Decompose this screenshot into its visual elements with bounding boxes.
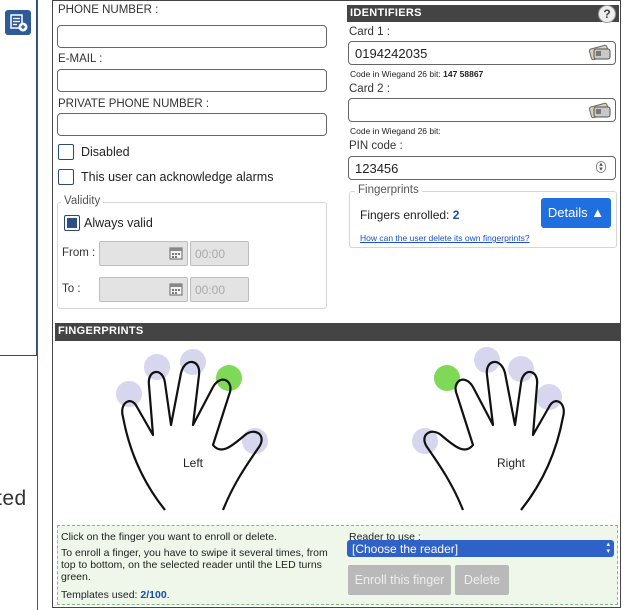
private-phone-input[interactable] — [57, 113, 327, 136]
left-hand-label: Left — [183, 456, 204, 470]
from-label: From : — [62, 247, 96, 259]
left-ring-finger[interactable] — [144, 354, 170, 380]
spinner-icon[interactable]: ▴ ▾ — [596, 161, 606, 173]
identifiers-header: Identifiers — [347, 5, 619, 22]
right-hand-label: Right — [497, 456, 526, 470]
calendar-icon[interactable] — [169, 282, 183, 299]
right-ring-finger[interactable] — [508, 356, 534, 382]
identifiers-title: Identifiers — [350, 7, 422, 19]
calendar-icon[interactable] — [169, 246, 183, 263]
to-date-input[interactable] — [99, 277, 188, 302]
background-divider — [37, 0, 38, 610]
private-phone-label: PRIVATE PHONE NUMBER : — [58, 98, 210, 110]
acknowledge-alarms-label: This user can acknowledge alarms — [81, 170, 274, 184]
email-input[interactable] — [57, 69, 327, 92]
phone-label: PHONE NUMBER : — [58, 4, 159, 16]
card-reader-icon[interactable] — [588, 101, 614, 122]
card1-wiegand-value: 147 58867 — [443, 69, 484, 79]
fingers-enrolled: Fingers enrolled: 2 — [360, 208, 459, 222]
card2-wiegand-label: Code in Wiegand 26 bit: — [350, 126, 441, 136]
card1-wiegand-label: Code in Wiegand 26 bit: — [350, 69, 441, 79]
delete-button[interactable]: Delete — [455, 565, 509, 595]
fingers-enrolled-count: 2 — [452, 208, 460, 222]
left-pinky-finger[interactable] — [116, 381, 142, 407]
phone-input[interactable] — [57, 25, 327, 48]
help-icon[interactable]: ? — [598, 5, 616, 23]
from-date-input[interactable] — [99, 241, 188, 266]
always-valid-label: Always valid — [84, 216, 153, 230]
right-hand: Right — [412, 347, 565, 511]
pin-label: PIN code : — [349, 140, 403, 152]
fingers-enrolled-label: Fingers enrolled: — [360, 208, 450, 222]
disabled-checkbox[interactable] — [58, 144, 74, 160]
left-index-finger[interactable] — [216, 365, 242, 391]
validity-legend: Validity — [61, 195, 104, 207]
card1-value: 0194242035 — [355, 46, 428, 61]
fingerprints-legend: Fingerprints — [355, 184, 422, 196]
disabled-label: Disabled — [81, 145, 130, 159]
background-panel — [0, 0, 37, 356]
card1-label: Card 1 : — [349, 26, 390, 38]
always-valid-checkbox[interactable] — [64, 215, 80, 231]
card1-wiegand: Code in Wiegand 26 bit: 147 58867 — [350, 69, 483, 79]
card2-label: Card 2 : — [349, 83, 390, 95]
list-add-icon[interactable] — [5, 10, 31, 35]
user-dialog: PHONE NUMBER : E-MAIL : PRIVATE PHONE NU… — [52, 0, 621, 608]
fingerprints-title: Fingerprints — [58, 325, 144, 337]
enroll-finger-button[interactable]: Enroll this finger — [348, 565, 451, 595]
delete-fingerprints-help-link[interactable]: How can the user delete its own fingerpr… — [360, 233, 530, 243]
templates-used-value: 2/100 — [140, 589, 167, 601]
select-arrows-icon: ▴ ▾ — [606, 541, 610, 555]
left-hand: Left — [116, 349, 268, 511]
to-label: To : — [62, 283, 81, 295]
instruction-swipe: To enroll a finger, you have to swipe it… — [61, 547, 328, 583]
pin-value: 123456 — [355, 161, 399, 176]
fingerprints-header: Fingerprints — [55, 323, 620, 341]
templates-used: Templates used: 2/100. — [61, 589, 170, 601]
card2-input[interactable] — [348, 98, 616, 122]
reader-selected-value: [Choose the reader] — [352, 542, 459, 556]
card-reader-icon[interactable] — [588, 43, 614, 64]
email-label: E-MAIL : — [58, 53, 103, 65]
details-button[interactable]: Details ▲ — [541, 198, 611, 228]
card1-input[interactable]: 0194242035 — [348, 41, 616, 65]
pin-input[interactable]: 123456 — [348, 156, 616, 180]
background-text: ted — [0, 487, 27, 510]
reader-select[interactable]: [Choose the reader] ▴ ▾ — [347, 540, 614, 557]
from-time-input[interactable]: 00:00 — [190, 241, 249, 266]
instruction-select-finger: Click on the finger you want to enroll o… — [61, 531, 277, 543]
templates-used-label: Templates used: — [61, 589, 138, 601]
acknowledge-alarms-checkbox[interactable] — [58, 169, 74, 185]
to-time-input[interactable]: 00:00 — [190, 277, 249, 302]
